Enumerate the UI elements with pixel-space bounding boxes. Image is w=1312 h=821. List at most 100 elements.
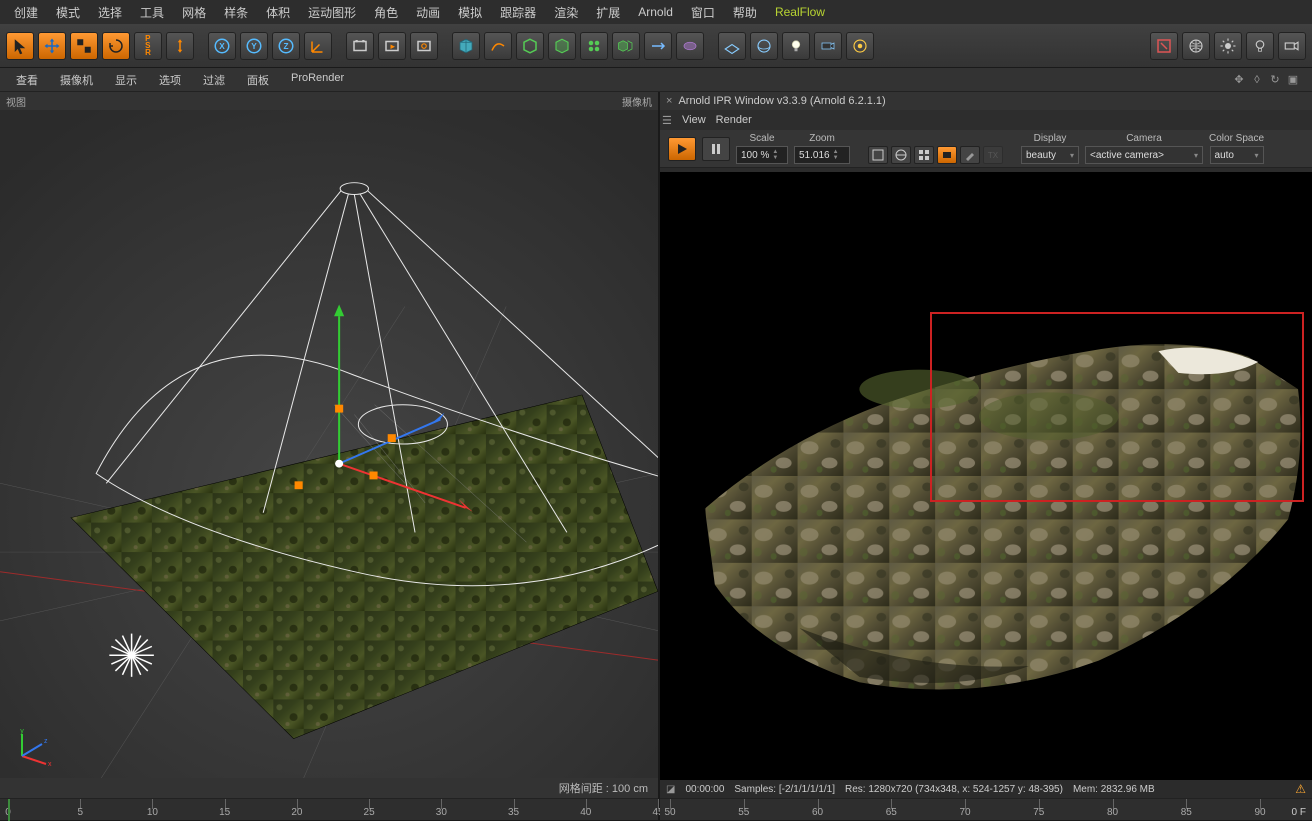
sec-面板[interactable]: 面板 xyxy=(237,69,279,91)
ipr-play-button[interactable] xyxy=(668,137,696,161)
sec-查看[interactable]: 查看 xyxy=(6,69,48,91)
display-select[interactable]: beauty▾ xyxy=(1021,146,1079,164)
ipr-btn-globe[interactable] xyxy=(891,146,911,164)
render-settings[interactable] xyxy=(410,32,438,60)
menu-创建[interactable]: 创建 xyxy=(6,1,46,24)
axis-y[interactable]: Y xyxy=(240,32,268,60)
render-frame[interactable] xyxy=(346,32,374,60)
primitive-instance[interactable] xyxy=(612,32,640,60)
sky-icon[interactable] xyxy=(750,32,778,60)
ipr-btn-grid[interactable] xyxy=(914,146,934,164)
ipr-btn-region[interactable] xyxy=(937,146,957,164)
primitive-spline[interactable] xyxy=(484,32,512,60)
menu-跟踪器[interactable]: 跟踪器 xyxy=(492,1,544,24)
ipr-close-icon[interactable]: × xyxy=(666,95,672,107)
ipr-btn-window[interactable] xyxy=(868,146,888,164)
render-region[interactable] xyxy=(378,32,406,60)
menu-渲染[interactable]: 渲染 xyxy=(546,1,586,24)
sec-显示[interactable]: 显示 xyxy=(105,69,147,91)
vp-nav-icon[interactable]: ✥ xyxy=(1232,73,1246,87)
menu-选择[interactable]: 选择 xyxy=(90,1,130,24)
sun-icon[interactable] xyxy=(1214,32,1242,60)
tick-label: 70 xyxy=(959,807,970,818)
menu-帮助[interactable]: 帮助 xyxy=(725,1,765,24)
sec-选项[interactable]: 选项 xyxy=(149,69,191,91)
ipr-btn-tx[interactable]: TX xyxy=(983,146,1003,164)
floor-icon[interactable] xyxy=(718,32,746,60)
menu-窗口[interactable]: 窗口 xyxy=(683,1,723,24)
vp-left-label: 视图 xyxy=(6,94,26,109)
ipr-toolbar: Scale 100 %▲▼ Zoom 51.016▲▼ xyxy=(660,130,1312,168)
camera-label: Camera xyxy=(1126,133,1162,144)
tool-move[interactable] xyxy=(38,32,66,60)
viewport[interactable]: y x z xyxy=(0,110,658,778)
vp-rotate-icon[interactable]: ↻ xyxy=(1268,73,1282,87)
primitive-cube[interactable] xyxy=(452,32,480,60)
menu-动画[interactable]: 动画 xyxy=(408,1,448,24)
axes-widget: y x z xyxy=(12,726,52,766)
ipr-btn-brush[interactable] xyxy=(960,146,980,164)
menu-样条[interactable]: 样条 xyxy=(216,1,256,24)
camera2-icon[interactable] xyxy=(1278,32,1306,60)
ipr-menu-view[interactable]: View xyxy=(682,114,706,126)
menu-工具[interactable]: 工具 xyxy=(132,1,172,24)
primitive-volume[interactable] xyxy=(676,32,704,60)
menu-扩展[interactable]: 扩展 xyxy=(588,1,628,24)
menu-模拟[interactable]: 模拟 xyxy=(450,1,490,24)
sec-ProRender[interactable]: ProRender xyxy=(281,69,354,91)
timeline-left[interactable]: 051015202530354045 xyxy=(0,798,658,820)
ipr-ruler-end: 0 F xyxy=(1292,807,1306,818)
camera-icon[interactable] xyxy=(814,32,842,60)
menu-RealFlow[interactable]: RealFlow xyxy=(767,2,833,22)
tool-select[interactable] xyxy=(6,32,34,60)
ipr-menu-render[interactable]: Render xyxy=(716,114,752,126)
camera-select[interactable]: <active camera>▾ xyxy=(1085,146,1203,164)
axis-x[interactable]: X xyxy=(208,32,236,60)
main-toolbar: PSR X Y Z xyxy=(0,24,1312,68)
svg-text:x: x xyxy=(48,761,52,766)
ipr-crop-icon[interactable]: ◪ xyxy=(666,784,675,795)
stage-icon[interactable] xyxy=(846,32,874,60)
tool-coord[interactable] xyxy=(304,32,332,60)
tool-rotate[interactable] xyxy=(102,32,130,60)
main-menu: 创建模式选择工具网格样条体积运动图形角色动画模拟跟踪器渲染扩展Arnold窗口帮… xyxy=(0,0,1312,24)
menu-Arnold[interactable]: Arnold xyxy=(630,2,681,22)
primitive-array[interactable] xyxy=(580,32,608,60)
vp-zoom-icon[interactable]: ◊ xyxy=(1250,73,1264,87)
primitive-field[interactable] xyxy=(644,32,672,60)
colorspace-label: Color Space xyxy=(1209,133,1264,144)
zoom-field[interactable]: 51.016▲▼ xyxy=(794,146,850,164)
menu-模式[interactable]: 模式 xyxy=(48,1,88,24)
tick-label: 40 xyxy=(580,807,591,818)
primitive-deformer[interactable] xyxy=(548,32,576,60)
tick-label: 80 xyxy=(1107,807,1118,818)
ipr-pause-button[interactable] xyxy=(702,137,730,161)
ipr-res: Res: 1280x720 (734x348, x: 524-1257 y: 4… xyxy=(845,784,1063,795)
bulb-icon[interactable] xyxy=(1246,32,1274,60)
scale-field[interactable]: 100 %▲▼ xyxy=(736,146,788,164)
ipr-warn-icon[interactable]: ⚠ xyxy=(1295,782,1306,796)
ipr-menu-icon[interactable]: ☰ xyxy=(662,114,672,127)
zoom-label: Zoom xyxy=(809,133,835,144)
content-browser-icon[interactable] xyxy=(1150,32,1178,60)
ipr-canvas[interactable] xyxy=(660,172,1312,780)
axis-z[interactable]: Z xyxy=(272,32,300,60)
sec-摄像机[interactable]: 摄像机 xyxy=(50,69,103,91)
timeline-right[interactable]: 0 F 505560657075808590 xyxy=(660,798,1312,820)
display-label: Display xyxy=(1034,133,1067,144)
colorspace-select[interactable]: auto▾ xyxy=(1210,146,1264,164)
light-icon[interactable] xyxy=(782,32,810,60)
menu-角色[interactable]: 角色 xyxy=(366,1,406,24)
tool-psr[interactable]: PSR xyxy=(134,32,162,60)
vp-right-label: 摄像机 xyxy=(622,94,652,109)
tool-lock[interactable] xyxy=(166,32,194,60)
tick-label: 90 xyxy=(1254,807,1265,818)
menu-运动图形[interactable]: 运动图形 xyxy=(300,1,364,24)
vp-max-icon[interactable]: ▣ xyxy=(1286,73,1300,87)
sec-过滤[interactable]: 过滤 xyxy=(193,69,235,91)
menu-网格[interactable]: 网格 xyxy=(174,1,214,24)
primitive-generator[interactable] xyxy=(516,32,544,60)
tool-scale[interactable] xyxy=(70,32,98,60)
globe-icon[interactable] xyxy=(1182,32,1210,60)
menu-体积[interactable]: 体积 xyxy=(258,1,298,24)
